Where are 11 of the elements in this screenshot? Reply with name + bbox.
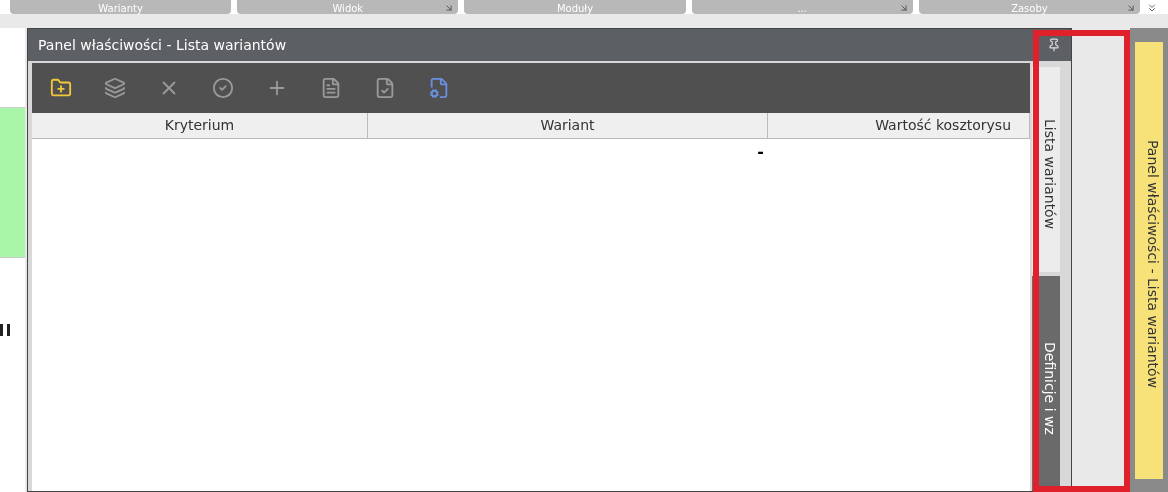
ribbon-group-label: Moduły bbox=[464, 0, 686, 14]
table-cell-text: - bbox=[757, 141, 764, 163]
ribbon-group-label: Zasoby bbox=[918, 0, 1140, 14]
side-tab[interactable]: Panel właściwości - Lista wariantów bbox=[1135, 42, 1163, 479]
panel-title: Panel właściwości - Lista wariantów bbox=[38, 35, 287, 55]
column-header[interactable]: Wariant bbox=[368, 113, 768, 138]
column-header[interactable]: Wartość kosztorysu bbox=[768, 113, 1030, 138]
column-header[interactable]: Kryterium bbox=[32, 113, 368, 138]
ribbon-group-label: ... bbox=[691, 0, 913, 14]
ribbon-group-label: Widok bbox=[237, 0, 459, 14]
ribbon-group-label: Warianty bbox=[10, 0, 232, 14]
